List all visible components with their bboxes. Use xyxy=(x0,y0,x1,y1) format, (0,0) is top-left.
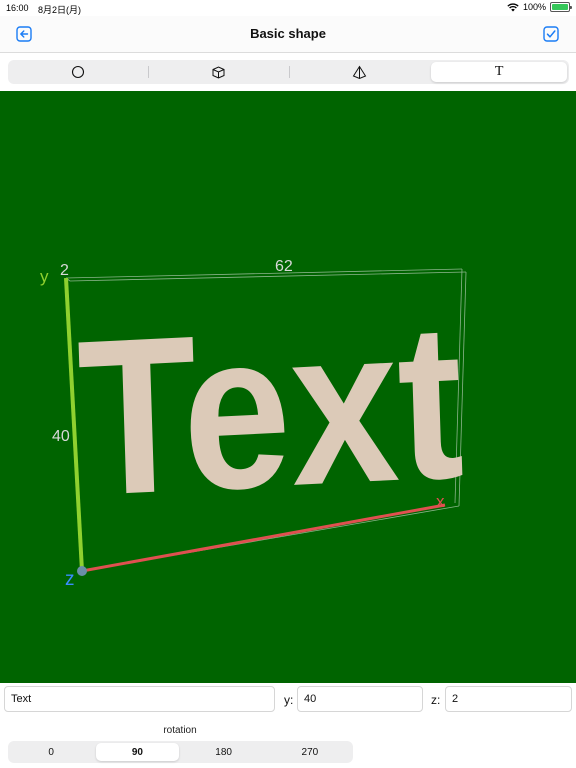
done-button[interactable] xyxy=(543,26,559,42)
segment-pyramid[interactable] xyxy=(292,62,428,82)
segment-sphere[interactable] xyxy=(10,62,146,82)
depth-dimension-label: 2 xyxy=(60,262,69,279)
text-input[interactable] xyxy=(4,686,275,712)
pyramid-icon xyxy=(352,65,367,79)
navigation-bar: Basic shape xyxy=(0,16,576,53)
scene-svg: Text y x z 2 62 40 xyxy=(40,258,467,590)
text-icon: T xyxy=(494,64,504,79)
page-title: Basic shape xyxy=(250,26,326,41)
status-time: 16:00 xyxy=(6,3,29,13)
y-label: y: xyxy=(284,693,294,707)
rotation-180[interactable]: 180 xyxy=(183,743,265,761)
dimension-inputs: y: z: xyxy=(0,686,576,714)
height-dimension-label: 40 xyxy=(52,428,70,445)
wifi-icon xyxy=(507,2,519,11)
battery-icon xyxy=(550,2,572,12)
segment-divider xyxy=(288,66,290,78)
segment-text[interactable]: T xyxy=(431,62,567,82)
rotation-90[interactable]: 90 xyxy=(96,743,179,761)
origin-point xyxy=(77,566,87,576)
shape-segmented-control: T xyxy=(8,60,569,84)
y-axis-label: y xyxy=(40,267,49,286)
status-date: 8月2日(月) xyxy=(38,5,82,15)
segment-divider xyxy=(147,66,149,78)
cube-icon xyxy=(212,65,225,79)
rotation-270[interactable]: 270 xyxy=(269,743,351,761)
width-dimension-label: 62 xyxy=(275,258,293,275)
z-label: z: xyxy=(431,693,441,707)
status-bar: 16:00 8月2日(月) 100% xyxy=(0,0,576,16)
circle-icon xyxy=(71,65,84,79)
screen: 16:00 8月2日(月) 100% Basic shape T Text y … xyxy=(0,0,576,768)
x-axis-label: x xyxy=(436,492,445,511)
segment-cube[interactable] xyxy=(151,62,287,82)
battery-percent: 100% xyxy=(522,2,546,12)
3d-viewport[interactable]: Text y x z 2 62 40 xyxy=(0,91,576,683)
status-right: 100% xyxy=(507,2,572,12)
z-axis-label: z xyxy=(65,569,75,590)
y-input[interactable] xyxy=(297,686,423,712)
rotation-segmented-control: 0 90 180 270 xyxy=(8,741,353,763)
z-input[interactable] xyxy=(445,686,572,712)
extruded-text: Text xyxy=(75,277,466,544)
rotation-label: rotation xyxy=(163,725,197,736)
rotation-0[interactable]: 0 xyxy=(10,743,92,761)
